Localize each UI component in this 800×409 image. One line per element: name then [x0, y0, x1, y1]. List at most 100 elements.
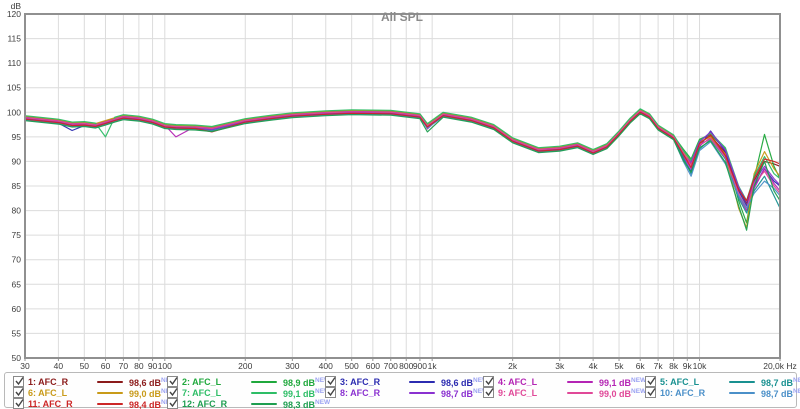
x-tick-label: 6k — [636, 361, 646, 371]
x-tick-label: 800 — [399, 361, 413, 371]
y-tick-label: 75 — [12, 230, 22, 240]
legend-label-7[interactable]: 7: AFC_L — [182, 388, 221, 398]
legend-label-2[interactable]: 2: AFC_L — [182, 377, 221, 387]
x-tick-label: 2k — [508, 361, 518, 371]
curve-8-afc_r — [25, 112, 780, 202]
legend-item-6: 6: AFC_L — [13, 387, 67, 398]
grid-lines — [25, 14, 780, 358]
y-tick-label: 85 — [12, 181, 22, 191]
legend-label-5[interactable]: 5: AFC_L — [660, 377, 699, 387]
legend-item-5: 5: AFC_L — [645, 376, 699, 387]
x-tick-label: 400 — [319, 361, 333, 371]
legend-item-2: 2: AFC_L — [167, 376, 221, 387]
curve-6-afc_l — [25, 109, 780, 228]
legend-checkbox-5[interactable] — [645, 376, 656, 387]
x-tick-label: 30 — [20, 361, 30, 371]
legend-value-7: 99,1 dBNEW — [283, 388, 330, 399]
legend-label-11[interactable]: 11: AFC_R — [28, 399, 73, 409]
x-tick-label: 1k — [428, 361, 438, 371]
legend-checkbox-8[interactable] — [325, 387, 336, 398]
x-tick-label: 3k — [555, 361, 565, 371]
curve-3-afc_r — [25, 113, 780, 206]
spl-plot: 1201151101051009590858075706560555030405… — [0, 0, 800, 371]
x-tick-label: 700 — [384, 361, 398, 371]
y-tick-label: 80 — [12, 206, 22, 216]
legend-label-9[interactable]: 9: AFC_L — [498, 388, 537, 398]
legend-item-8: 8: AFC_R — [325, 387, 380, 398]
legend-label-10[interactable]: 10: AFC_R — [660, 388, 705, 398]
spl-chart-window: 1201151101051009590858075706560555030405… — [0, 0, 800, 409]
x-tick-label: 60 — [101, 361, 111, 371]
legend-swatch-2 — [251, 381, 277, 383]
legend-value-4: 99,1 dBNEW — [599, 377, 646, 388]
new-badge: NEW — [631, 388, 646, 395]
legend-swatch-10 — [729, 392, 755, 394]
legend-value-8: 98,7 dBNEW — [441, 388, 488, 399]
legend-label-1[interactable]: 1: AFC_R — [28, 377, 68, 387]
x-tick-label: 500 — [345, 361, 359, 371]
x-tick-label: 600 — [366, 361, 380, 371]
legend-value-2: 98,9 dBNEW — [283, 377, 330, 388]
x-tick-label: 8k — [669, 361, 679, 371]
new-badge: NEW — [793, 377, 800, 384]
legend-item-1: 1: AFC_R — [13, 376, 68, 387]
legend-swatch-3 — [409, 381, 435, 383]
legend-value-10: 98,7 dBNEW — [761, 388, 800, 399]
legend-swatch-11 — [97, 403, 123, 405]
new-badge: NEW — [315, 399, 330, 406]
legend-label-8[interactable]: 8: AFC_R — [340, 388, 380, 398]
legend-item-9: 9: AFC_L — [483, 387, 537, 398]
curve-11-afc_r — [25, 112, 780, 200]
measurement-curves — [25, 109, 780, 230]
x-tick-label: 70 — [119, 361, 129, 371]
curve-5-afc_l — [25, 112, 780, 213]
legend-checkbox-6[interactable] — [13, 387, 24, 398]
legend-value-9: 99,0 dBNEW — [599, 388, 646, 399]
x-tick-label: 7k — [654, 361, 664, 371]
y-tick-label: 100 — [7, 107, 21, 117]
legend-swatch-7 — [251, 392, 277, 394]
legend-checkbox-2[interactable] — [167, 376, 178, 387]
legend-swatch-9 — [567, 392, 593, 394]
y-tick-label: 55 — [12, 328, 22, 338]
y-tick-label: 90 — [12, 156, 22, 166]
curve-4-afc_l — [25, 110, 780, 210]
legend-swatch-4 — [567, 381, 593, 383]
curve-1-afc_r — [25, 111, 780, 203]
legend-value-3: 98,6 dBNEW — [441, 377, 488, 388]
legend-label-12[interactable]: 12: AFC_R — [182, 399, 227, 409]
legend-checkbox-1[interactable] — [13, 376, 24, 387]
curve-9-afc_l — [25, 111, 780, 208]
legend-checkbox-4[interactable] — [483, 376, 494, 387]
legend-label-3[interactable]: 3: AFC_R — [340, 377, 380, 387]
legend-checkbox-10[interactable] — [645, 387, 656, 398]
legend-item-7: 7: AFC_L — [167, 387, 221, 398]
curve-7-afc_l — [25, 109, 780, 201]
legend-checkbox-12[interactable] — [167, 398, 178, 409]
y-axis-unit-label: dB — [11, 1, 22, 11]
x-tick-label: 10k — [693, 361, 707, 371]
legend-swatch-1 — [97, 381, 123, 383]
legend-checkbox-7[interactable] — [167, 387, 178, 398]
x-tick-label: 20,0k Hz — [763, 361, 797, 371]
legend-item-4: 4: AFC_L — [483, 376, 537, 387]
new-badge: NEW — [631, 377, 646, 384]
y-tick-label: 70 — [12, 255, 22, 265]
legend-label-4[interactable]: 4: AFC_L — [498, 377, 537, 387]
y-tick-label: 115 — [7, 34, 21, 44]
legend-checkbox-9[interactable] — [483, 387, 494, 398]
x-tick-label: 5k — [615, 361, 625, 371]
legend-swatch-6 — [97, 392, 123, 394]
y-tick-label: 95 — [12, 132, 22, 142]
new-badge: NEW — [793, 388, 800, 395]
legend-label-6[interactable]: 6: AFC_L — [28, 388, 67, 398]
x-tick-label: 200 — [238, 361, 252, 371]
legend-item-10: 10: AFC_R — [645, 387, 705, 398]
curve-2-afc_l — [25, 110, 780, 223]
legend-value-5: 98,7 dBNEW — [761, 377, 800, 388]
legend-panel: 98,6 dBNEW1: AFC_R99,0 dBNEW6: AFC_L98,4… — [4, 372, 797, 408]
legend-checkbox-3[interactable] — [325, 376, 336, 387]
legend-checkbox-11[interactable] — [13, 398, 24, 409]
legend-item-12: 12: AFC_R — [167, 398, 227, 409]
x-tick-label: 4k — [589, 361, 599, 371]
